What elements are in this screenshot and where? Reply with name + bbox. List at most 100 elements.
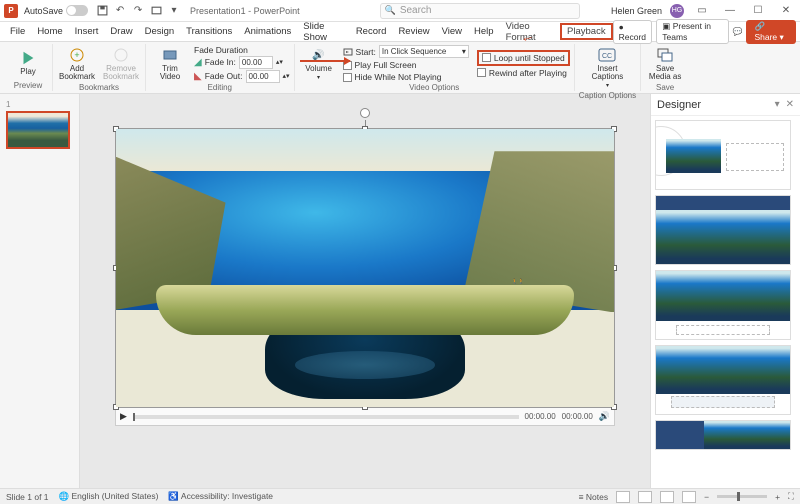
- share-button[interactable]: 🔗 Share ▾: [746, 20, 796, 44]
- trim-video-button[interactable]: Trim Video: [150, 44, 190, 83]
- tab-record[interactable]: Record: [350, 24, 393, 39]
- design-idea-1[interactable]: [655, 120, 791, 190]
- slide-canvas[interactable]: 🚶🚶 ▶ 00:00.00 00:00.00 🔊: [80, 94, 650, 494]
- slideshow-view-icon[interactable]: [682, 491, 696, 503]
- zoom-out-icon[interactable]: −: [704, 492, 709, 502]
- captions-icon: CC: [598, 46, 616, 64]
- comments-icon[interactable]: 💬: [733, 27, 743, 36]
- bookmark-remove-icon: [112, 46, 130, 64]
- design-idea-5[interactable]: [655, 420, 791, 450]
- fade-in-row[interactable]: ◢ Fade In: 00.00 ▴▾: [194, 56, 290, 69]
- svg-text:+: +: [74, 50, 79, 60]
- annotation-arrow-loop: [300, 60, 350, 62]
- loop-until-stopped-checkbox[interactable]: Loop until Stopped: [477, 50, 570, 66]
- total-time: 00:00.00: [562, 412, 593, 421]
- status-bar: Slide 1 of 1 🌐 English (United States) ♿…: [0, 488, 800, 504]
- volume-button[interactable]: 🔊 Volume ▾: [299, 44, 339, 83]
- fade-out-input[interactable]: 00.00: [246, 70, 280, 83]
- tab-playback[interactable]: Playback: [560, 23, 613, 40]
- group-save: Save Media as Save: [641, 44, 689, 91]
- fade-in-input[interactable]: 00.00: [239, 56, 273, 69]
- group-label-video-options: Video Options: [409, 83, 459, 93]
- designer-title: Designer: [657, 99, 701, 111]
- slide-count[interactable]: Slide 1 of 1: [6, 492, 49, 502]
- tab-home[interactable]: Home: [31, 24, 68, 39]
- close-icon[interactable]: ✕: [776, 5, 796, 16]
- svg-text:CC: CC: [602, 53, 612, 60]
- slide-sorter-view-icon[interactable]: [638, 491, 652, 503]
- design-idea-3[interactable]: [655, 270, 791, 340]
- play-button[interactable]: Play: [8, 47, 48, 78]
- volume-control-icon[interactable]: 🔊: [599, 411, 610, 422]
- group-video-options: 🔊 Volume ▾ Start: In Click Sequence▾ Pla…: [295, 44, 575, 91]
- add-bookmark-button[interactable]: + Add Bookmark: [57, 44, 97, 83]
- group-preview: Play Preview: [4, 44, 53, 91]
- save-media-as-button[interactable]: Save Media as: [645, 44, 685, 83]
- tab-file[interactable]: File: [4, 24, 31, 39]
- ribbon: Play Preview + Add Bookmark Remove Bookm…: [0, 42, 800, 94]
- maximize-icon[interactable]: ☐: [748, 5, 768, 16]
- video-frame: 🚶🚶: [116, 129, 614, 407]
- quick-access-toolbar: ↶ ↷ ▾: [96, 5, 180, 17]
- slide-number: 1: [6, 100, 73, 109]
- tab-view[interactable]: View: [436, 24, 468, 39]
- play-full-screen-checkbox[interactable]: Play Full Screen: [343, 60, 469, 70]
- fit-to-window-icon[interactable]: ⛶: [788, 491, 794, 502]
- tab-review[interactable]: Review: [392, 24, 435, 39]
- user-avatar[interactable]: HG: [670, 4, 684, 18]
- designer-options-icon[interactable]: ▾: [775, 99, 780, 110]
- autosave-toggle[interactable]: AutoSave: [24, 5, 88, 16]
- zoom-slider[interactable]: [717, 495, 767, 498]
- main-area: 1 🚶🚶 ▶ 00:00.00 00:00.: [0, 94, 800, 494]
- start-from-beginning-icon[interactable]: [150, 5, 162, 17]
- record-button[interactable]: ● Record: [613, 20, 653, 44]
- rewind-after-playing-checkbox[interactable]: Rewind after Playing: [477, 68, 570, 78]
- fade-duration-label: Fade Duration: [194, 45, 290, 55]
- search-input[interactable]: 🔍 Search: [380, 3, 580, 19]
- slide-thumbnail-panel[interactable]: 1: [0, 94, 80, 494]
- undo-icon[interactable]: ↶: [114, 5, 126, 17]
- notes-button[interactable]: ≡ Notes: [579, 492, 609, 502]
- group-caption-options: CC Insert Captions ▾ Caption Options: [575, 44, 641, 91]
- zoom-in-icon[interactable]: +: [775, 492, 780, 502]
- ribbon-display-icon[interactable]: ▭: [692, 5, 712, 16]
- insert-captions-button[interactable]: CC Insert Captions ▾: [587, 44, 627, 91]
- fade-out-row[interactable]: ◣ Fade Out: 00.00 ▴▾: [194, 70, 290, 83]
- design-idea-2[interactable]: [655, 195, 791, 265]
- rotation-handle[interactable]: [360, 108, 370, 118]
- tab-transitions[interactable]: Transitions: [180, 24, 238, 39]
- toggle-switch[interactable]: [66, 5, 88, 16]
- tab-help[interactable]: Help: [468, 24, 500, 39]
- tab-draw[interactable]: Draw: [104, 24, 138, 39]
- play-control-icon[interactable]: ▶: [120, 411, 127, 422]
- tab-slide-show[interactable]: Slide Show: [297, 19, 350, 45]
- tab-insert[interactable]: Insert: [69, 24, 105, 39]
- qat-dropdown-icon[interactable]: ▾: [168, 5, 180, 17]
- hide-while-not-playing-checkbox[interactable]: Hide While Not Playing: [343, 72, 469, 82]
- slide-thumbnail-1[interactable]: [6, 111, 70, 149]
- trim-icon: [161, 46, 179, 64]
- spinner-icon[interactable]: ▴▾: [283, 72, 290, 80]
- tab-design[interactable]: Design: [139, 24, 181, 39]
- spinner-icon[interactable]: ▴▾: [276, 58, 283, 66]
- group-bookmarks: + Add Bookmark Remove Bookmark Bookmarks: [53, 44, 146, 91]
- fade-out-icon: ◣: [194, 71, 202, 82]
- start-dropdown[interactable]: In Click Sequence▾: [379, 45, 469, 58]
- accessibility-status[interactable]: ♿ Accessibility: Investigate: [168, 491, 273, 502]
- video-scrubber[interactable]: [133, 415, 519, 419]
- autosave-label: AutoSave: [24, 6, 63, 16]
- designer-close-icon[interactable]: ✕: [786, 99, 794, 110]
- language-status[interactable]: 🌐 English (United States): [59, 491, 159, 502]
- reading-view-icon[interactable]: [660, 491, 674, 503]
- user-name[interactable]: Helen Green: [611, 6, 662, 16]
- tab-animations[interactable]: Animations: [238, 24, 297, 39]
- redo-icon[interactable]: ↷: [132, 5, 144, 17]
- designer-suggestions[interactable]: [651, 116, 800, 494]
- save-icon[interactable]: [96, 5, 108, 17]
- normal-view-icon[interactable]: [616, 491, 630, 503]
- start-label: Start:: [356, 47, 376, 57]
- design-idea-4[interactable]: [655, 345, 791, 415]
- present-in-teams-button[interactable]: ▣ Present in Teams: [656, 19, 728, 44]
- minimize-icon[interactable]: —: [720, 5, 740, 16]
- video-object[interactable]: 🚶🚶: [115, 128, 615, 408]
